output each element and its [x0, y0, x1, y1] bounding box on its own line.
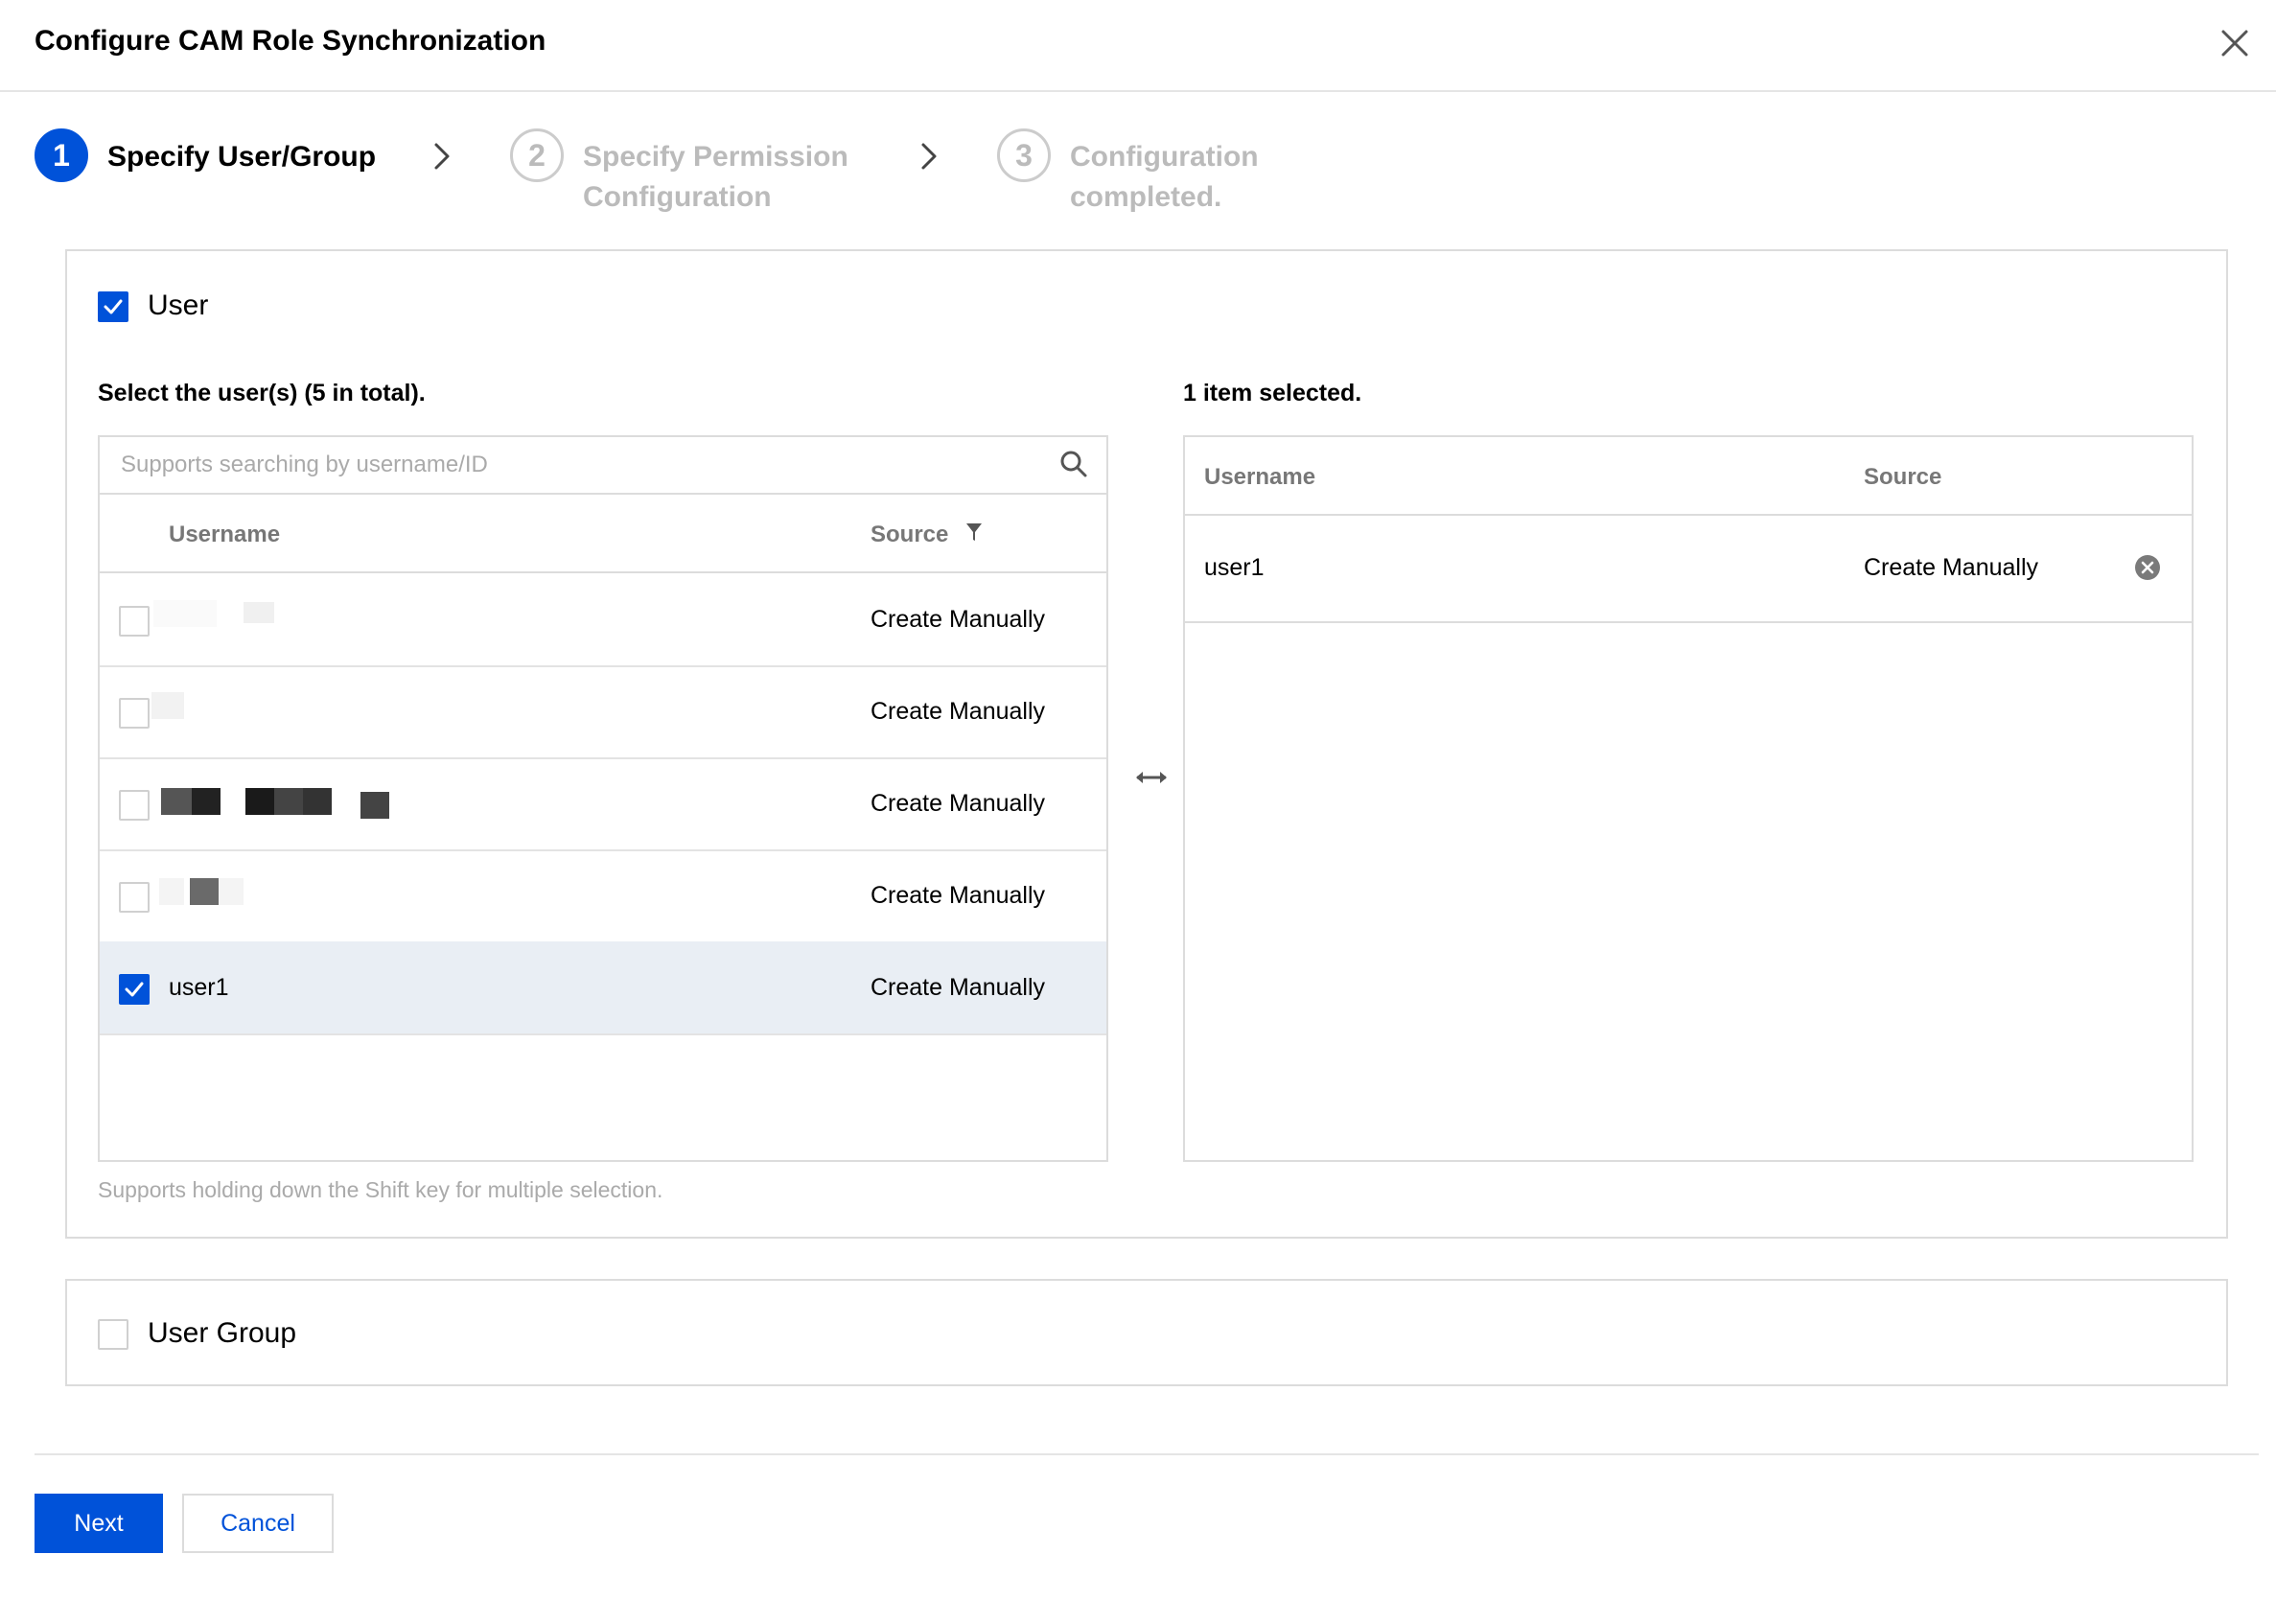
column-username: Username — [169, 522, 281, 547]
selected-column-username: Username — [1204, 464, 1316, 490]
step-1-label: Specify User/Group — [107, 137, 376, 177]
row-checkbox[interactable] — [119, 882, 150, 913]
selected-username: user1 — [1204, 554, 1265, 581]
search-input[interactable] — [119, 447, 1043, 483]
checkmark-icon — [125, 982, 144, 997]
row-source: Create Manually — [871, 698, 1046, 725]
row-checkbox[interactable] — [119, 974, 150, 1005]
right-list-title: 1 item selected. — [1183, 380, 1362, 406]
user-group-checkbox-label: User Group — [148, 1317, 297, 1349]
checkmark-icon — [104, 299, 123, 314]
row-source: Create Manually — [871, 606, 1046, 633]
transfer-icon — [1136, 772, 1167, 783]
footer-divider — [35, 1453, 2259, 1455]
step-3-label-line1: Configuration — [1070, 141, 1259, 173]
row-source: Create Manually — [871, 882, 1046, 909]
dialog-header: Configure CAM Role Synchronization — [0, 0, 2276, 92]
selected-source: Create Manually — [1864, 554, 2039, 581]
remove-icon[interactable] — [2134, 554, 2161, 581]
redacted-username — [151, 692, 184, 719]
next-button[interactable]: Next — [35, 1494, 163, 1553]
redacted-username — [153, 600, 217, 627]
row-checkbox[interactable] — [119, 606, 150, 637]
step-1-label-line1: Specify User/Group — [107, 141, 377, 173]
user-checkbox-label: User — [148, 290, 209, 321]
redacted-username — [159, 878, 184, 905]
table-row[interactable]: Create Manually — [100, 573, 1106, 667]
multi-select-hint: Supports holding down the Shift key for … — [98, 1177, 663, 1202]
step-3-label-line2: completed. — [1070, 181, 1222, 213]
user-checkbox[interactable] — [98, 291, 128, 322]
column-source: Source — [871, 522, 949, 547]
cancel-button[interactable]: Cancel — [182, 1494, 334, 1553]
step-3-number: 3 — [997, 128, 1051, 182]
step-2-label-line1: Specify Permission — [583, 141, 848, 173]
table-row[interactable]: Create Manually — [100, 665, 1106, 759]
table-row[interactable]: user1 Create Manually — [100, 941, 1106, 1035]
user-section: User Select the user(s) (5 in total). 1 … — [65, 249, 2228, 1239]
step-3: 3 Configuration completed. — [997, 128, 1381, 224]
step-2-label-line2: Configuration — [583, 181, 772, 213]
step-indicator: 1 Specify User/Group 2 Specify Permissio… — [35, 128, 1377, 224]
right-table-header: Username Source — [1185, 437, 2192, 516]
redacted-username — [219, 878, 244, 905]
chevron-right-icon — [434, 143, 450, 170]
close-icon[interactable] — [2218, 27, 2251, 59]
row-checkbox[interactable] — [119, 698, 150, 729]
step-2: 2 Specify Permission Configuration — [510, 128, 913, 224]
redacted-username — [244, 602, 274, 623]
search-icon[interactable] — [1058, 449, 1089, 479]
row-username: user1 — [169, 974, 229, 1001]
selected-user-list: Username Source user1 Create Manually — [1183, 435, 2194, 1162]
chevron-right-icon — [921, 143, 937, 170]
cam-role-sync-dialog: Configure CAM Role Synchronization 1 Spe… — [0, 0, 2276, 1624]
selected-row: user1 Create Manually — [1185, 516, 2192, 623]
user-group-section: User Group — [65, 1279, 2228, 1386]
step-2-number: 2 — [510, 128, 564, 182]
step-2-label: Specify Permission Configuration — [583, 137, 848, 218]
user-source-list: Username Source Create Manually Create M… — [98, 435, 1108, 1162]
left-table-header: Username Source — [100, 495, 1106, 573]
dialog-title: Configure CAM Role Synchronization — [35, 25, 546, 57]
step-1-number: 1 — [35, 128, 88, 182]
step-3-label: Configuration completed. — [1070, 137, 1259, 218]
step-1: 1 Specify User/Group — [35, 128, 418, 224]
search-bar — [100, 437, 1106, 495]
left-list-title: Select the user(s) (5 in total). — [98, 380, 426, 406]
row-source: Create Manually — [871, 790, 1046, 817]
row-source: Create Manually — [871, 974, 1046, 1001]
redacted-username — [190, 878, 219, 905]
selected-column-source: Source — [1864, 464, 1942, 490]
user-group-checkbox[interactable] — [98, 1319, 128, 1350]
filter-icon[interactable] — [964, 522, 984, 543]
table-row[interactable]: Create Manually — [100, 849, 1106, 943]
table-row-source-overlay: Create Manually — [100, 757, 1106, 849]
